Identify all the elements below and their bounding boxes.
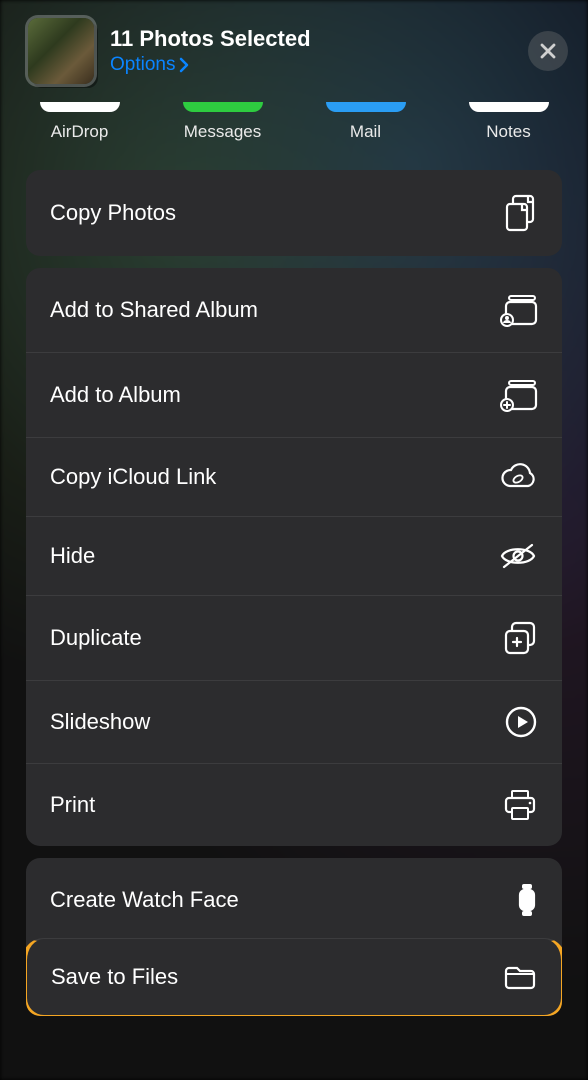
share-sheet-header: 11 Photos Selected Options: [0, 0, 588, 98]
row-label: Slideshow: [50, 709, 150, 735]
row-label: Add to Shared Album: [50, 297, 258, 323]
options-link[interactable]: Options: [110, 54, 189, 76]
add-album-icon: [498, 377, 538, 413]
action-create-watch-face[interactable]: Create Watch Face: [26, 858, 562, 942]
row-label: Duplicate: [50, 625, 142, 651]
app-mail[interactable]: Mail: [301, 104, 431, 142]
close-button[interactable]: [528, 31, 568, 71]
action-group-1: Copy Photos: [26, 170, 562, 256]
messages-icon: [183, 102, 263, 112]
app-notes[interactable]: Notes: [444, 104, 574, 142]
app-label: Messages: [184, 122, 261, 142]
row-label: Print: [50, 792, 95, 818]
play-circle-icon: [504, 705, 538, 739]
watch-icon: [516, 882, 538, 918]
header-text: 11 Photos Selected Options: [110, 26, 512, 76]
action-hide[interactable]: Hide: [26, 516, 562, 595]
row-label: Copy Photos: [50, 200, 176, 226]
shared-album-icon: [498, 292, 538, 328]
action-group-3: Create Watch Face Save to Files: [26, 858, 562, 1016]
row-label: Save to Files: [51, 964, 178, 990]
app-label: Notes: [486, 122, 530, 142]
action-add-album[interactable]: Add to Album: [26, 352, 562, 437]
app-messages[interactable]: Messages: [158, 104, 288, 142]
selection-thumbnail: [28, 18, 94, 84]
share-apps-row: AirDrop Messages Mail Notes: [0, 98, 588, 162]
airdrop-icon: [40, 102, 120, 112]
folder-icon: [503, 963, 537, 991]
chevron-right-icon: [179, 57, 189, 73]
close-icon: [539, 42, 557, 60]
row-label: Create Watch Face: [50, 887, 239, 913]
action-slideshow[interactable]: Slideshow: [26, 680, 562, 763]
row-label: Copy iCloud Link: [50, 464, 216, 490]
action-copy-photos[interactable]: Copy Photos: [26, 170, 562, 256]
page-title: 11 Photos Selected: [110, 26, 512, 52]
app-label: AirDrop: [51, 122, 109, 142]
printer-icon: [502, 788, 538, 822]
action-duplicate[interactable]: Duplicate: [26, 595, 562, 680]
cloud-link-icon: [498, 462, 538, 492]
action-print[interactable]: Print: [26, 763, 562, 846]
app-airdrop[interactable]: AirDrop: [15, 104, 145, 142]
notes-icon: [469, 102, 549, 112]
copy-doc-icon: [504, 194, 538, 232]
action-copy-icloud-link[interactable]: Copy iCloud Link: [26, 437, 562, 516]
action-add-shared-album[interactable]: Add to Shared Album: [26, 268, 562, 352]
row-label: Add to Album: [50, 382, 181, 408]
app-label: Mail: [350, 122, 381, 142]
action-group-2: Add to Shared Album Add to Album Copy iC…: [26, 268, 562, 846]
options-label: Options: [110, 54, 175, 76]
action-save-to-files[interactable]: Save to Files: [26, 938, 562, 1016]
duplicate-icon: [502, 620, 538, 656]
row-label: Hide: [50, 543, 95, 569]
mail-icon: [326, 102, 406, 112]
eye-slash-icon: [498, 541, 538, 571]
